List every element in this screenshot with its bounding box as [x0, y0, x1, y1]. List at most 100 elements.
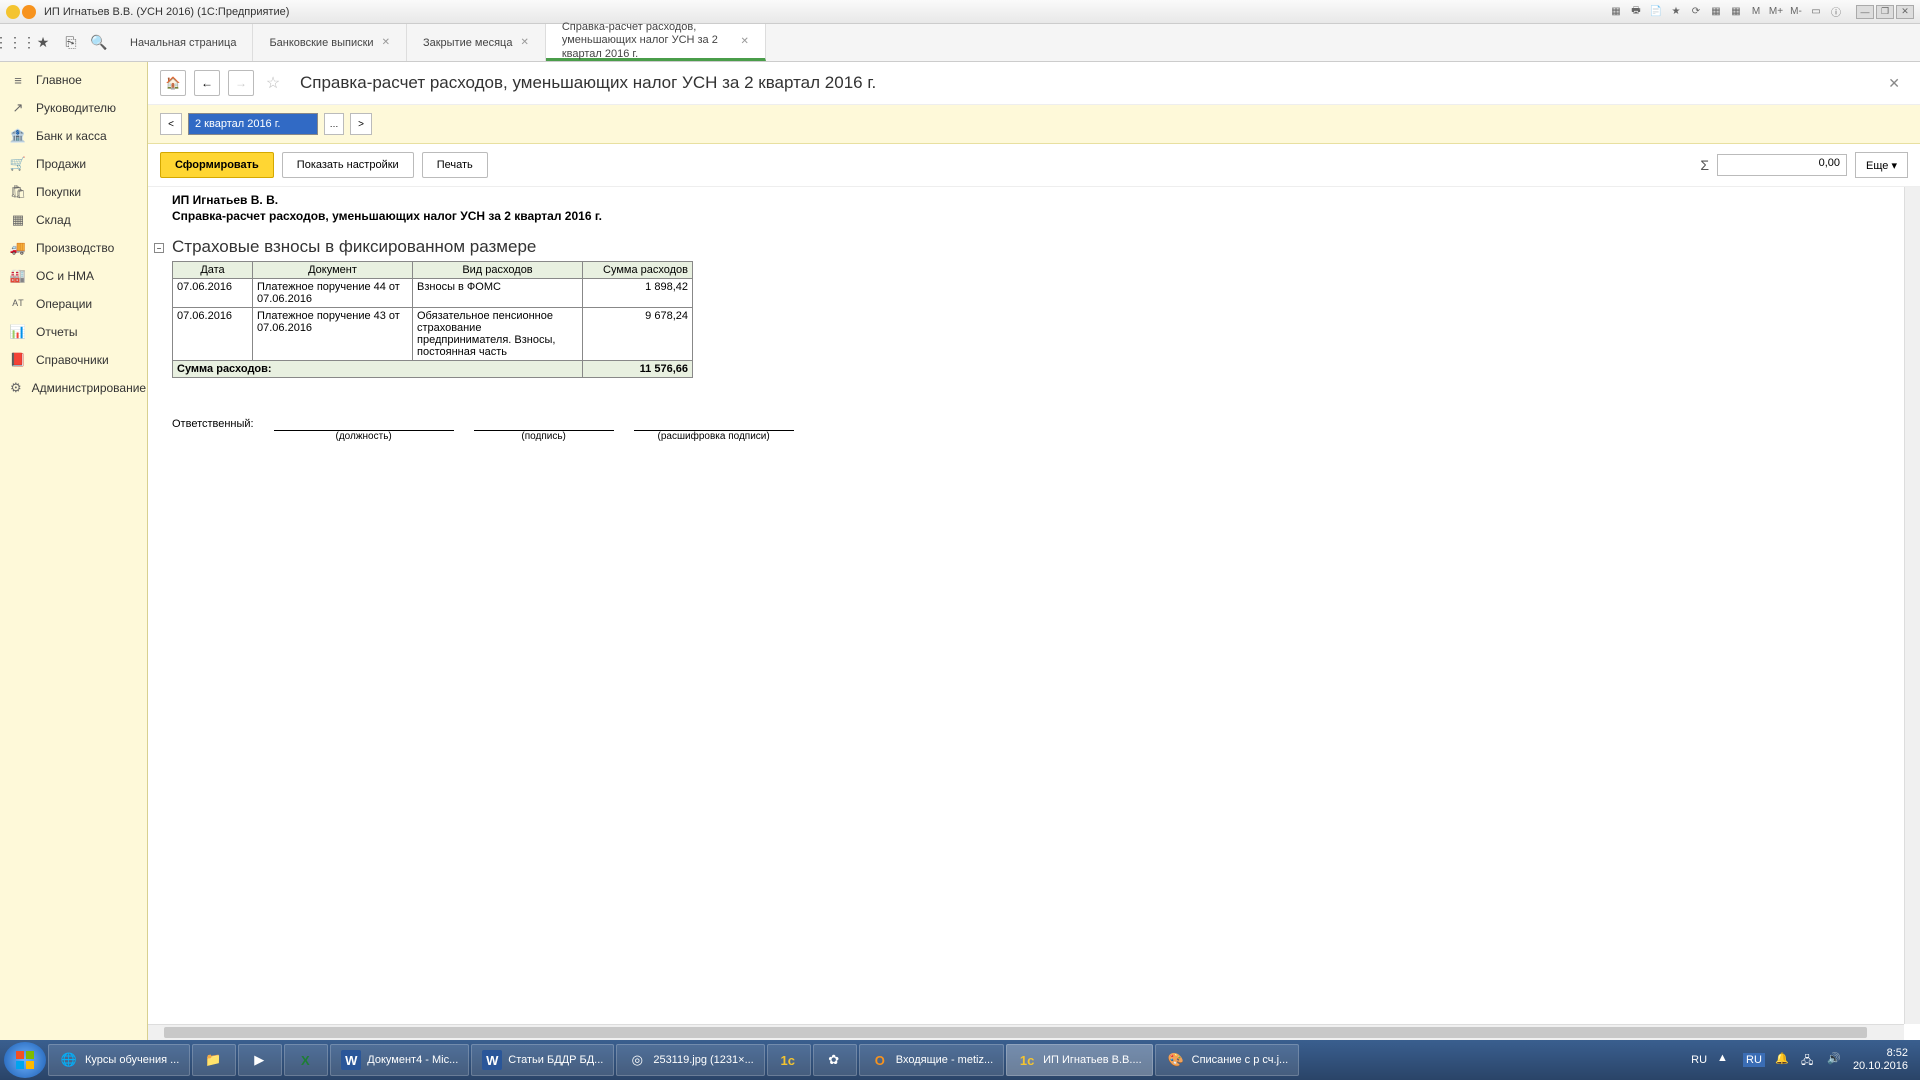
task-item-active[interactable]: 1cИП Игнатьев В.В.... — [1006, 1044, 1152, 1076]
content: 🏠 ← → ☆ Справка-расчет расходов, уменьша… — [148, 62, 1920, 1040]
taskbar: 🌐 Курсы обучения ... 📁 ▶ X WДокумент4 - M… — [0, 1040, 1920, 1080]
collapse-icon[interactable]: − — [154, 243, 164, 253]
tray-icon[interactable]: 🔔 — [1775, 1052, 1791, 1068]
ie-icon: 🌐 — [59, 1050, 79, 1070]
tab-home[interactable]: Начальная страница — [114, 24, 253, 61]
titlebar-icon[interactable]: ▦ — [1728, 4, 1744, 20]
titlebar-icon[interactable]: ▭ — [1808, 4, 1824, 20]
sum-field[interactable]: 0,00 — [1717, 154, 1847, 176]
task-item[interactable]: ✿ — [813, 1044, 857, 1076]
period-input[interactable] — [188, 113, 318, 135]
sidebar-item-production[interactable]: 🚚Производство — [0, 234, 147, 262]
task-item[interactable]: ▶ — [238, 1044, 282, 1076]
minimize-button[interactable]: — — [1856, 5, 1874, 19]
tray-icon[interactable]: 🔊 — [1827, 1052, 1843, 1068]
sidebar-item-assets[interactable]: 🏭ОС и НМА — [0, 262, 147, 290]
print-button[interactable]: Печать — [422, 152, 488, 178]
back-button[interactable]: ← — [194, 70, 220, 96]
sidebar-item-label: Главное — [36, 73, 82, 87]
titlebar-info-icon[interactable]: ⓘ — [1828, 4, 1844, 20]
period-select-button[interactable]: … — [324, 113, 344, 135]
truck-icon: 🚚 — [10, 240, 26, 256]
sidebar-item-operations[interactable]: ᴬᵀОперации — [0, 290, 147, 318]
forward-button[interactable]: → — [228, 70, 254, 96]
sidebar-item-admin[interactable]: ⚙Администрирование — [0, 374, 147, 402]
titlebar-m-minus[interactable]: M- — [1788, 4, 1804, 20]
titlebar-m-plus[interactable]: M+ — [1768, 4, 1784, 20]
task-item[interactable]: ◎ 253119.jpg (1231×... — [616, 1044, 764, 1076]
titlebar-icon[interactable]: ▦ — [1608, 4, 1624, 20]
table-row[interactable]: 07.06.2016 Платежное поручение 43 от 07.… — [173, 308, 693, 361]
tabbar: ⋮⋮⋮ ★ ⎘ 🔍 Начальная страница Банковские … — [0, 24, 1920, 62]
task-item[interactable]: 📁 — [192, 1044, 236, 1076]
close-content-button[interactable]: ✕ — [1880, 75, 1908, 92]
period-next-button[interactable]: > — [350, 113, 372, 135]
report-title: Справка-расчет расходов, уменьшающих нал… — [172, 209, 1910, 223]
favorite-icon[interactable]: ☆ — [262, 72, 284, 94]
sidebar-item-purchases[interactable]: 🛍Покупки — [0, 178, 147, 206]
task-item[interactable]: WДокумент4 - Mic... — [330, 1044, 469, 1076]
start-button[interactable] — [4, 1042, 46, 1078]
task-label: Документ4 - Mic... — [367, 1054, 458, 1066]
titlebar-icon[interactable]: ▦ — [1708, 4, 1724, 20]
sidebar-item-manager[interactable]: ↗Руководителю — [0, 94, 147, 122]
close-button[interactable]: ✕ — [1896, 5, 1914, 19]
titlebar-icon[interactable]: ⟳ — [1688, 4, 1704, 20]
tab-report[interactable]: Справка-расчет расходов, уменьшающих нал… — [546, 24, 766, 61]
star-icon[interactable]: ★ — [34, 34, 52, 52]
sidebar-item-label: Покупки — [36, 185, 81, 199]
tray-icon[interactable]: 🖧 — [1801, 1052, 1817, 1068]
task-label: ИП Игнатьев В.В.... — [1043, 1054, 1141, 1066]
lang-indicator[interactable]: RU — [1691, 1054, 1707, 1066]
sidebar-item-reports[interactable]: 📊Отчеты — [0, 318, 147, 346]
col-sum: Сумма расходов — [583, 262, 693, 279]
tray-icon[interactable]: ▲ — [1717, 1052, 1733, 1068]
search-icon[interactable]: 🔍 — [90, 34, 108, 52]
task-label: Курсы обучения ... — [85, 1054, 179, 1066]
close-icon[interactable]: ✕ — [740, 36, 748, 47]
close-icon[interactable]: ✕ — [520, 37, 528, 48]
settings-button[interactable]: Показать настройки — [282, 152, 414, 178]
sidebar-item-warehouse[interactable]: ▦Склад — [0, 206, 147, 234]
sidebar-item-bank[interactable]: 🏦Банк и касса — [0, 122, 147, 150]
tabs: Начальная страница Банковские выписки✕ З… — [114, 24, 766, 61]
expense-table: Дата Документ Вид расходов Сумма расходо… — [172, 261, 693, 378]
link-icon[interactable]: ⎘ — [62, 34, 80, 52]
chrome-icon: ◎ — [627, 1050, 647, 1070]
horizontal-scrollbar[interactable] — [148, 1024, 1904, 1040]
close-icon[interactable]: ✕ — [382, 37, 390, 48]
maximize-button[interactable]: ❐ — [1876, 5, 1894, 19]
task-item[interactable]: 1c — [767, 1044, 811, 1076]
titlebar-m[interactable]: M — [1748, 4, 1764, 20]
more-button[interactable]: Еще ▾ — [1855, 152, 1908, 178]
sidebar-item-catalogs[interactable]: 📕Справочники — [0, 346, 147, 374]
task-label: 253119.jpg (1231×... — [653, 1054, 753, 1066]
task-item[interactable]: OВходящие - metiz... — [859, 1044, 1004, 1076]
period-prev-button[interactable]: < — [160, 113, 182, 135]
task-item[interactable]: X — [284, 1044, 328, 1076]
tab-bank[interactable]: Банковские выписки✕ — [253, 24, 407, 61]
generate-button[interactable]: Сформировать — [160, 152, 274, 178]
task-item[interactable]: WСтатьи БДДР БД... — [471, 1044, 614, 1076]
report-org: ИП Игнатьев В. В. — [172, 193, 1910, 207]
sidebar-item-sales[interactable]: 🛒Продажи — [0, 150, 147, 178]
titlebar-icon[interactable]: 🖶 — [1628, 4, 1644, 20]
clock[interactable]: 8:52 20.10.2016 — [1853, 1047, 1908, 1073]
table-row[interactable]: 07.06.2016 Платежное поручение 44 от 07.… — [173, 279, 693, 308]
lang-indicator-2[interactable]: RU — [1743, 1053, 1765, 1067]
vertical-scrollbar[interactable] — [1904, 187, 1920, 1024]
task-item[interactable]: 🌐 Курсы обучения ... — [48, 1044, 190, 1076]
sidebar-item-main[interactable]: ≡Главное — [0, 66, 147, 94]
titlebar-icon[interactable]: ★ — [1668, 4, 1684, 20]
app-icon-dropdown[interactable] — [22, 5, 36, 19]
tab-closing[interactable]: Закрытие месяца✕ — [407, 24, 546, 61]
apps-icon[interactable]: ⋮⋮⋮ — [6, 34, 24, 52]
titlebar-icon[interactable]: 📄 — [1648, 4, 1664, 20]
scroll-thumb[interactable] — [164, 1027, 1867, 1038]
section-title: Страховые взносы в фиксированном размере — [172, 237, 1910, 257]
sig-caption: (подпись) — [474, 431, 614, 442]
sig-caption: (должность) — [274, 431, 454, 442]
period-row: < … > — [148, 105, 1920, 144]
task-item[interactable]: 🎨Списание с р сч.j... — [1155, 1044, 1300, 1076]
home-button[interactable]: 🏠 — [160, 70, 186, 96]
